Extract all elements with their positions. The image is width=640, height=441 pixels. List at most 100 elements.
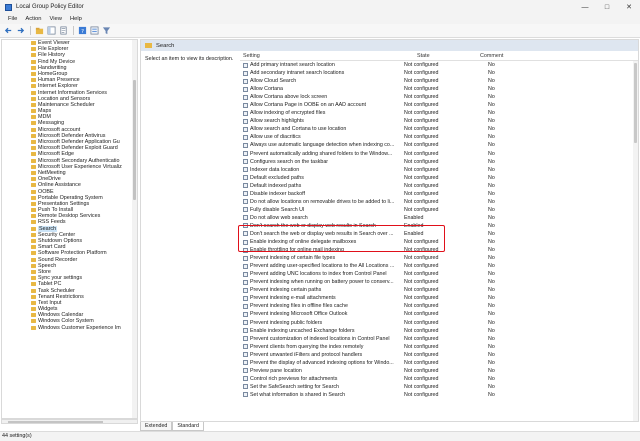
menu-help[interactable]: Help	[66, 16, 86, 22]
policy-setting-name: Allow Cortana Page in OOBE on an AAD acc…	[250, 102, 367, 109]
up-folder-icon[interactable]	[34, 26, 44, 36]
toolbar-separator	[30, 26, 31, 35]
policy-row[interactable]: Prevent clients from querying the index …	[240, 343, 638, 351]
policy-row[interactable]: Fully disable Search UI Not configured No	[240, 206, 638, 214]
policy-row[interactable]: Always use automatic language detection …	[240, 141, 638, 149]
policy-row[interactable]: Allow Cortana Page in OOBE on an AAD acc…	[240, 101, 638, 109]
policy-row[interactable]: Prevent indexing e-mail attachments Not c…	[240, 294, 638, 302]
menu-file[interactable]: File	[4, 16, 21, 22]
policy-row[interactable]: Add primary intranet search location Not …	[240, 61, 638, 69]
minimize-button[interactable]: —	[574, 0, 596, 14]
folder-icon	[31, 96, 36, 101]
settings-scrollbar[interactable]	[633, 61, 638, 421]
policy-row[interactable]: Default excluded paths Not configured No	[240, 174, 638, 182]
policy-setting-name: Fully disable Search UI	[250, 206, 305, 213]
tree-item-label: Windows Color System	[38, 318, 94, 325]
tab-extended[interactable]: Extended	[140, 422, 173, 431]
policy-state: Not configured	[404, 343, 439, 350]
folder-header-title: Search	[156, 42, 175, 49]
policy-row[interactable]: Prevent adding user-specified locations …	[240, 262, 638, 270]
folder-icon	[31, 71, 36, 76]
policy-setting-icon	[243, 102, 248, 108]
close-button[interactable]: ✕	[618, 0, 640, 14]
policy-row[interactable]: Allow Cortana above lock screen Not confi…	[240, 93, 638, 101]
policy-state: Not configured	[404, 319, 439, 326]
column-header-setting[interactable]: Setting	[243, 53, 260, 59]
policy-row[interactable]: Set the SafeSearch setting for Search Not…	[240, 383, 638, 391]
export-list-icon[interactable]	[58, 26, 68, 36]
folder-icon	[31, 158, 36, 163]
tree-item-label: Speech	[38, 262, 57, 269]
policy-row[interactable]: Prevent unwanted iFilters and protocol h…	[240, 351, 638, 359]
policy-row[interactable]: Prevent indexing certain paths Not config…	[240, 286, 638, 294]
policy-state: Not configured	[404, 86, 439, 93]
filter-icon[interactable]	[101, 26, 111, 36]
back-arrow-icon[interactable]	[3, 26, 13, 36]
policy-row[interactable]: Prevent adding UNC locations to index fr…	[240, 270, 638, 278]
policy-row[interactable]: Default indexed paths Not configured No	[240, 182, 638, 190]
folder-icon	[31, 282, 36, 287]
folder-icon	[31, 127, 36, 132]
tree-horizontal-scrollbar[interactable]	[1, 419, 138, 424]
column-header-comment[interactable]: Comment	[480, 53, 503, 59]
policy-row[interactable]: Allow search highlights Not configured No	[240, 117, 638, 125]
policy-row[interactable]: Enable indexing uncached Exchange folder…	[240, 327, 638, 335]
tree-horizontal-scrollbar-thumb[interactable]	[8, 421, 103, 423]
policy-row[interactable]: Prevent customization of indexed locatio…	[240, 335, 638, 343]
folder-icon	[31, 239, 36, 243]
policy-row[interactable]: Indexer data location Not configured No	[240, 166, 638, 174]
policy-tree[interactable]: Event Viewer File Explorer File History Fin…	[1, 39, 138, 419]
policy-comment: No	[488, 150, 495, 157]
policy-comment: No	[488, 206, 495, 213]
policy-row[interactable]: Allow Cloud Search Not configured No	[240, 77, 638, 85]
policy-setting-icon	[243, 183, 248, 189]
policy-row[interactable]: Disable indexer backoff Not configured No	[240, 190, 638, 198]
policy-state: Not configured	[404, 142, 439, 149]
menu-view[interactable]: View	[45, 16, 65, 22]
forward-arrow-icon[interactable]	[15, 26, 25, 36]
policy-row[interactable]: Do not allow web search Enabled No	[240, 214, 638, 222]
policy-row[interactable]: Allow use of diacritics Not configured No	[240, 133, 638, 141]
policy-row[interactable]: Prevent indexing Microsoft Office Outloo…	[240, 310, 638, 318]
tree-item[interactable]: Windows Customer Experience Im	[2, 325, 137, 331]
policy-setting-name: Prevent clients from querying the index …	[250, 343, 364, 350]
policy-row[interactable]: Preview pane location Not configured No	[240, 367, 638, 375]
policy-row[interactable]: Set what information is shared in Search…	[240, 391, 638, 399]
policy-row[interactable]: Configures search on the taskbar Not conf…	[240, 158, 638, 166]
policy-comment: No	[488, 62, 495, 68]
tab-standard[interactable]: Standard	[172, 422, 204, 431]
help-icon[interactable]: ?	[77, 26, 87, 36]
policy-setting-name: Prevent indexing of certain file types	[250, 255, 336, 262]
tree-item-label: Maintenance Scheduler	[38, 101, 95, 108]
policy-state: Not configured	[404, 375, 439, 382]
column-header-state[interactable]: State	[417, 53, 430, 59]
policy-row[interactable]: Prevent the display of advanced indexing…	[240, 359, 638, 367]
settings-scrollbar-thumb[interactable]	[634, 63, 637, 143]
policy-setting-icon	[243, 311, 248, 317]
policy-setting-name: Allow search highlights	[250, 118, 304, 125]
policy-comment: No	[488, 158, 495, 165]
folder-icon	[31, 41, 36, 45]
policy-row[interactable]: Prevent automatically adding shared fold…	[240, 150, 638, 158]
policy-row[interactable]: Prevent indexing public folders Not confi…	[240, 319, 638, 327]
policy-state: Not configured	[404, 94, 439, 101]
properties-icon[interactable]	[89, 26, 99, 36]
policy-state: Not configured	[404, 102, 439, 109]
policy-row[interactable]: Prevent indexing files in offline files …	[240, 302, 638, 310]
policy-setting-name: Always use automatic language detection …	[250, 142, 395, 149]
policy-row[interactable]: Allow indexing of encrypted files Not con…	[240, 109, 638, 117]
policy-row[interactable]: Prevent indexing when running on battery…	[240, 278, 638, 286]
policy-state: Not configured	[404, 295, 439, 302]
menu-action[interactable]: Action	[21, 16, 45, 22]
policy-row[interactable]: Add secondary intranet search locations N…	[240, 69, 638, 77]
show-hide-tree-icon[interactable]	[46, 26, 56, 36]
policy-row[interactable]: Prevent indexing of certain file types No…	[240, 254, 638, 262]
policy-row[interactable]: Allow Cortana Not configured No	[240, 85, 638, 93]
policy-row[interactable]: Do not allow locations on removable driv…	[240, 198, 638, 206]
policy-row[interactable]: Control rich previews for attachments Not…	[240, 375, 638, 383]
tree-item-label: Microsoft Edge	[38, 151, 74, 158]
folder-icon	[31, 294, 36, 299]
policy-comment: No	[488, 351, 495, 358]
maximize-button[interactable]: □	[596, 0, 618, 14]
policy-row[interactable]: Allow search and Cortana to use location…	[240, 125, 638, 133]
